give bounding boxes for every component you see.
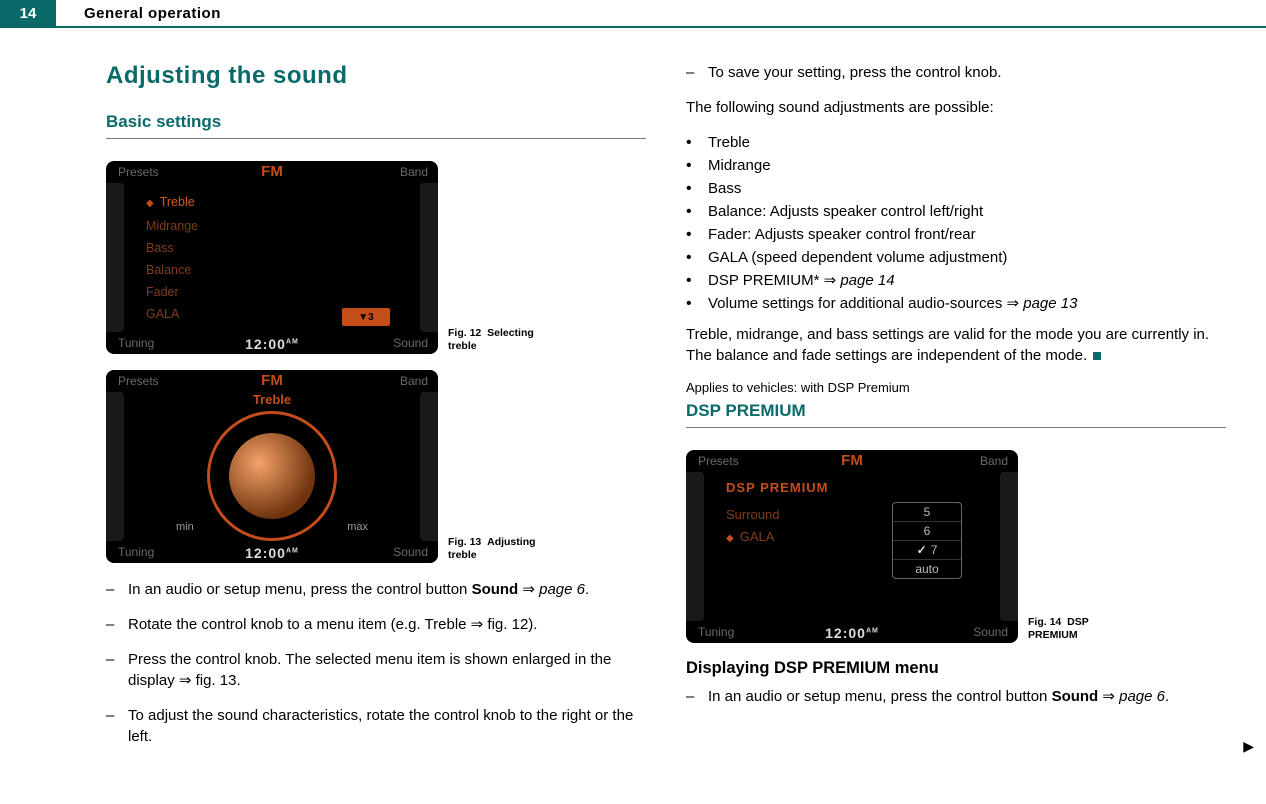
screen-header-fm: FM xyxy=(686,452,1018,469)
screen-header-treble: Treble xyxy=(106,392,438,407)
screen-v3-badge: ▼3 xyxy=(342,308,390,326)
dsp-title: DSP PREMIUM xyxy=(726,480,829,495)
heading-adjusting-sound: Adjusting the sound xyxy=(106,62,646,90)
screen-header-fm: FM xyxy=(106,163,438,180)
end-square-icon xyxy=(1093,352,1101,360)
step-3: – Press the control knob. The selected m… xyxy=(106,649,646,691)
screen-time: 12:00AM xyxy=(106,336,438,352)
screen-fig14: Presets Band Tuning Sound FM DSP PREMIUM… xyxy=(686,450,1018,643)
rule xyxy=(106,138,646,139)
adjustments-list: Treble Midrange Bass Balance: Adjusts sp… xyxy=(686,132,1226,314)
dsp-item-gala: GALA xyxy=(740,529,775,544)
heading-basic-settings: Basic settings xyxy=(106,112,646,132)
step-4: – To adjust the sound characteristics, r… xyxy=(106,705,646,747)
bullet-dsp: DSP PREMIUM* ⇒ page 14 xyxy=(686,270,1226,291)
intro-text: The following sound adjustments are poss… xyxy=(686,97,1226,118)
continue-arrow-icon: ▶ xyxy=(1243,738,1254,755)
bullet-volume-settings: Volume settings for additional audio-sou… xyxy=(686,293,1226,314)
heading-displaying-dsp-menu: Displaying DSP PREMIUM menu xyxy=(686,659,1226,678)
dial-min-label: min xyxy=(176,521,194,533)
menu-item-balance: Balance xyxy=(146,263,191,277)
dsp-step-1: – In an audio or setup menu, press the c… xyxy=(686,686,1226,707)
figure-13: Presets Band Tuning Sound FM Treble min … xyxy=(106,370,646,563)
dsp-popup: 5 6 7 auto xyxy=(892,502,962,579)
dsp-list: Surround ◆GALA xyxy=(726,504,779,550)
screen-fig12: Presets Band Tuning Sound FM ◆Treble Mid… xyxy=(106,161,438,354)
menu-item-gala: GALA xyxy=(146,307,179,321)
bullet-fader: Fader: Adjusts speaker control front/rea… xyxy=(686,224,1226,245)
dsp-option-6: 6 xyxy=(893,522,961,541)
rule xyxy=(686,427,1226,428)
section-title: General operation xyxy=(56,0,221,26)
trail-text: Treble, midrange, and bass settings are … xyxy=(686,324,1226,366)
dsp-item-surround: Surround xyxy=(726,507,779,522)
bullet-balance: Balance: Adjusts speaker control left/ri… xyxy=(686,201,1226,222)
menu-item-treble: Treble xyxy=(160,195,195,209)
bullet-treble: Treble xyxy=(686,132,1226,153)
screen-time: 12:00AM xyxy=(106,545,438,561)
figure-12: Presets Band Tuning Sound FM ◆Treble Mid… xyxy=(106,161,646,354)
fig14-caption: Fig. 14 DSP PREMIUM xyxy=(1028,616,1138,643)
dial-knob xyxy=(229,433,315,519)
step-2: – Rotate the control knob to a menu item… xyxy=(106,614,646,635)
fig13-caption: Fig. 13 Adjusting treble xyxy=(448,536,558,563)
bullet-bass: Bass xyxy=(686,178,1226,199)
heading-dsp-premium: DSP PREMIUM xyxy=(686,401,1226,421)
step-1: – In an audio or setup menu, press the c… xyxy=(106,579,646,600)
dsp-option-5: 5 xyxy=(893,503,961,522)
fig12-caption: Fig. 12 Selecting treble xyxy=(448,327,558,354)
dsp-option-auto: auto xyxy=(893,560,961,578)
screen-menu-list: ◆Treble Midrange Bass Balance Fader GALA xyxy=(146,191,198,325)
dial-max-label: max xyxy=(347,521,368,533)
right-column: – To save your setting, press the contro… xyxy=(686,62,1226,761)
applies-to-note: Applies to vehicles: with DSP Premium xyxy=(686,380,1226,395)
dial-ring xyxy=(207,411,337,541)
screen-header-fm: FM xyxy=(106,372,438,389)
bullet-gala: GALA (speed dependent volume adjustment) xyxy=(686,247,1226,268)
bullet-midrange: Midrange xyxy=(686,155,1226,176)
menu-item-fader: Fader xyxy=(146,285,179,299)
screen-fig13: Presets Band Tuning Sound FM Treble min … xyxy=(106,370,438,563)
menu-item-bass: Bass xyxy=(146,241,174,255)
dsp-option-7: 7 xyxy=(893,541,961,560)
top-bar: 14 General operation xyxy=(0,0,1266,28)
page-number: 14 xyxy=(0,0,56,26)
figure-14: Presets Band Tuning Sound FM DSP PREMIUM… xyxy=(686,450,1226,643)
step-save: – To save your setting, press the contro… xyxy=(686,62,1226,83)
menu-item-midrange: Midrange xyxy=(146,219,198,233)
left-column: Adjusting the sound Basic settings Prese… xyxy=(106,62,646,761)
screen-time: 12:00AM xyxy=(686,625,1018,641)
